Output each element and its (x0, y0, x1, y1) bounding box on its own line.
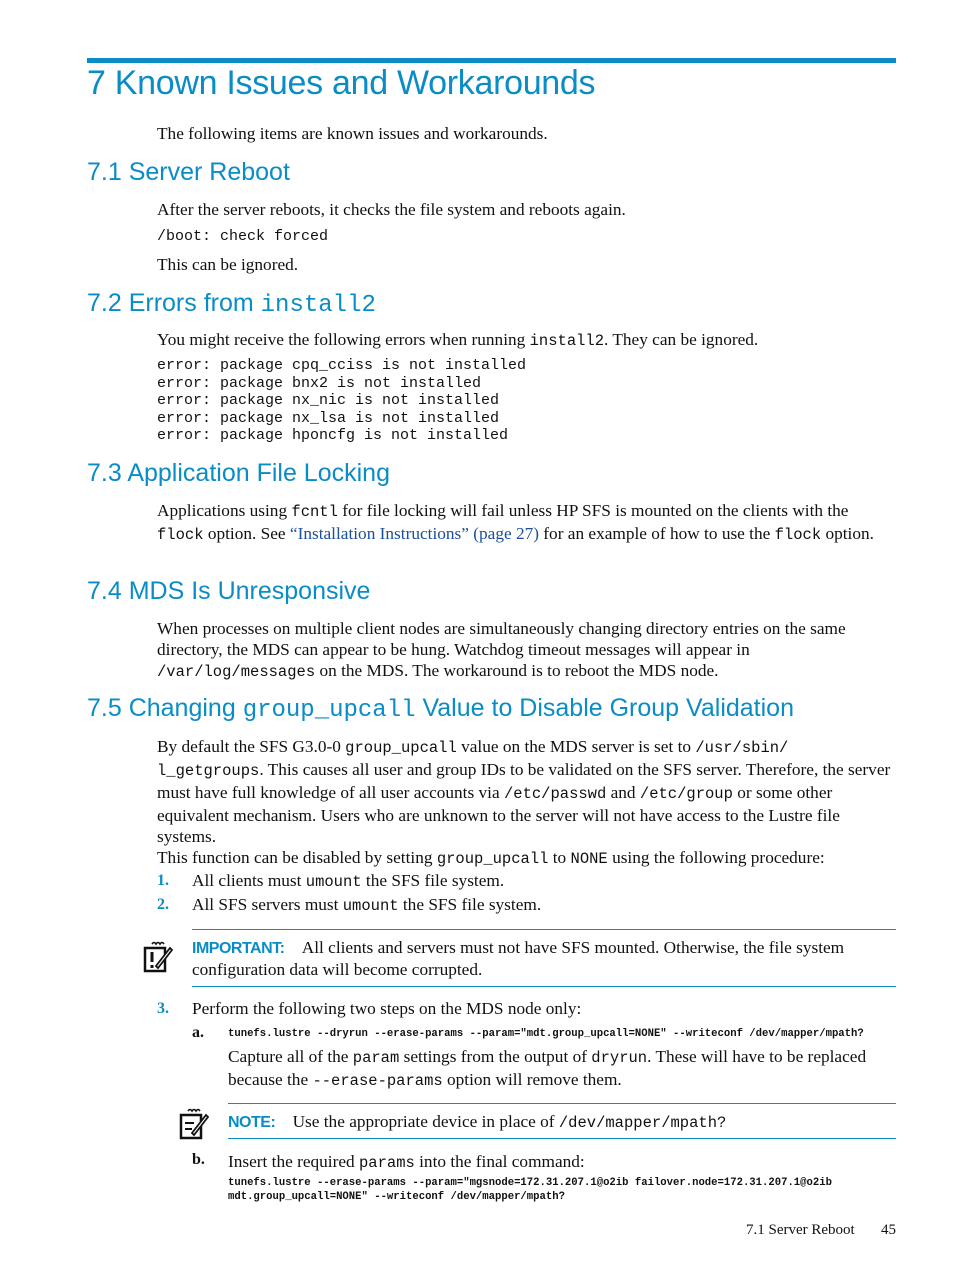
step-number: 2. (157, 896, 169, 913)
installation-instructions-link[interactable]: “Installation Instructions” (page 27) (290, 524, 539, 543)
dryrun-command: tunefs.lustre --dryrun --erase-params --… (228, 1028, 864, 1040)
important-callout: IMPORTANT: All clients and servers must … (192, 938, 845, 979)
section-7-5-title: 7.5 Changing group_upcall Value to Disab… (87, 694, 794, 724)
important-label: IMPORTANT: (192, 940, 285, 957)
substep-letter: a. (192, 1024, 204, 1041)
s72-paragraph: You might receive the following errors w… (157, 330, 759, 350)
section-7-2-title: 7.2 Errors from install2 (87, 289, 376, 319)
note-callout: NOTE: Use the appropriate device in plac… (228, 1112, 727, 1132)
substep-letter: b. (192, 1151, 205, 1168)
step-1: All clients must umount the SFS file sys… (192, 871, 505, 891)
important-note-icon (143, 941, 174, 973)
step-3: Perform the following two steps on the M… (192, 999, 582, 1018)
page-number: 45 (881, 1222, 896, 1238)
step-2: All SFS servers must umount the SFS file… (192, 895, 542, 915)
substep-a-paragraph: Capture all of the param settings from t… (228, 1047, 867, 1090)
s73-paragraph: Applications using fcntl for file lockin… (157, 501, 874, 544)
section-7-3-title: 7.3 Application File Locking (87, 459, 390, 487)
s71-note: This can be ignored. (157, 255, 299, 274)
s74-paragraph: When processes on multiple client nodes … (157, 619, 846, 681)
step-number: 3. (157, 1000, 169, 1017)
note-icon (179, 1108, 210, 1140)
s75-paragraph-2: This function can be disabled by setting… (157, 848, 825, 868)
chapter-intro: The following items are known issues and… (157, 124, 548, 143)
final-command: tunefs.lustre --erase-params --param="mg… (228, 1177, 832, 1203)
note-bottom-rule (228, 1138, 896, 1139)
s71-paragraph: After the server reboots, it checks the … (157, 200, 626, 219)
chapter-title: 7 Known Issues and Workarounds (87, 64, 596, 102)
note-top-rule (228, 1103, 896, 1104)
s75-paragraph-1: By default the SFS G3.0-0 group_upcall v… (157, 737, 891, 846)
section-7-4-title: 7.4 MDS Is Unresponsive (87, 577, 371, 605)
note-label: NOTE: (228, 1114, 276, 1131)
footer-section: 7.1 Server Reboot (746, 1222, 855, 1238)
chapter-top-rule (87, 58, 896, 63)
section-7-1-title: 7.1 Server Reboot (87, 158, 290, 186)
s72-code-block: error: package cpq_cciss is not installe… (157, 357, 527, 444)
important-top-rule (192, 929, 896, 930)
substep-b-paragraph: Insert the required params into the fina… (228, 1152, 585, 1172)
step-number: 1. (157, 872, 169, 889)
s71-code: /boot: check forced (157, 228, 329, 245)
important-bottom-rule (192, 986, 896, 987)
